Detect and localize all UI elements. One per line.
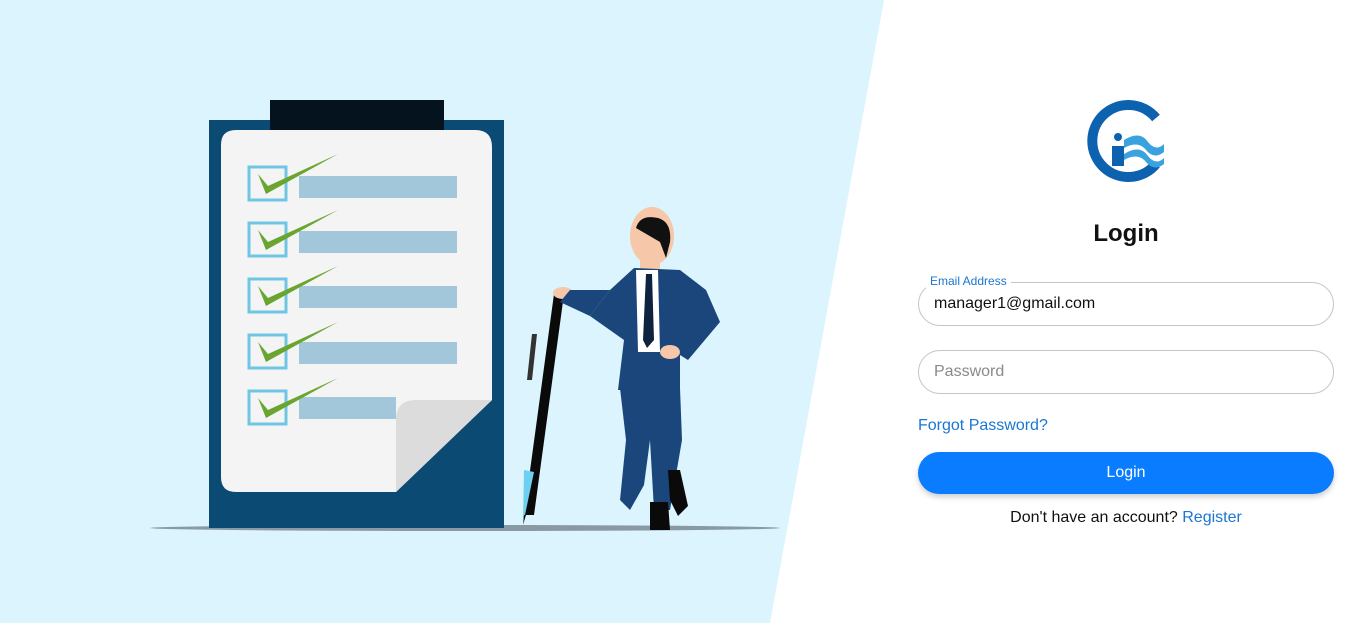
- register-row: Don't have an account? Register: [900, 509, 1352, 527]
- password-input[interactable]: [918, 350, 1334, 394]
- brand-logo-icon: [1087, 100, 1164, 182]
- register-link[interactable]: Register: [1182, 509, 1242, 526]
- forgot-password-link[interactable]: Forgot Password?: [918, 417, 1048, 435]
- login-panel: Login Email Address Forgot Password? Log…: [900, 0, 1366, 623]
- password-field-wrapper: [918, 350, 1334, 394]
- hero-panel: [0, 0, 884, 623]
- page-title: Login: [1093, 220, 1159, 247]
- login-page: Login Email Address Forgot Password? Log…: [0, 0, 1366, 623]
- email-label: Email Address: [926, 274, 1011, 288]
- email-field-wrapper: Email Address: [918, 274, 1334, 326]
- register-prompt: Don't have an account?: [1010, 509, 1183, 526]
- checklist-businessman-illustration: [150, 100, 780, 531]
- login-button[interactable]: Login: [918, 452, 1334, 494]
- email-input[interactable]: [918, 282, 1334, 326]
